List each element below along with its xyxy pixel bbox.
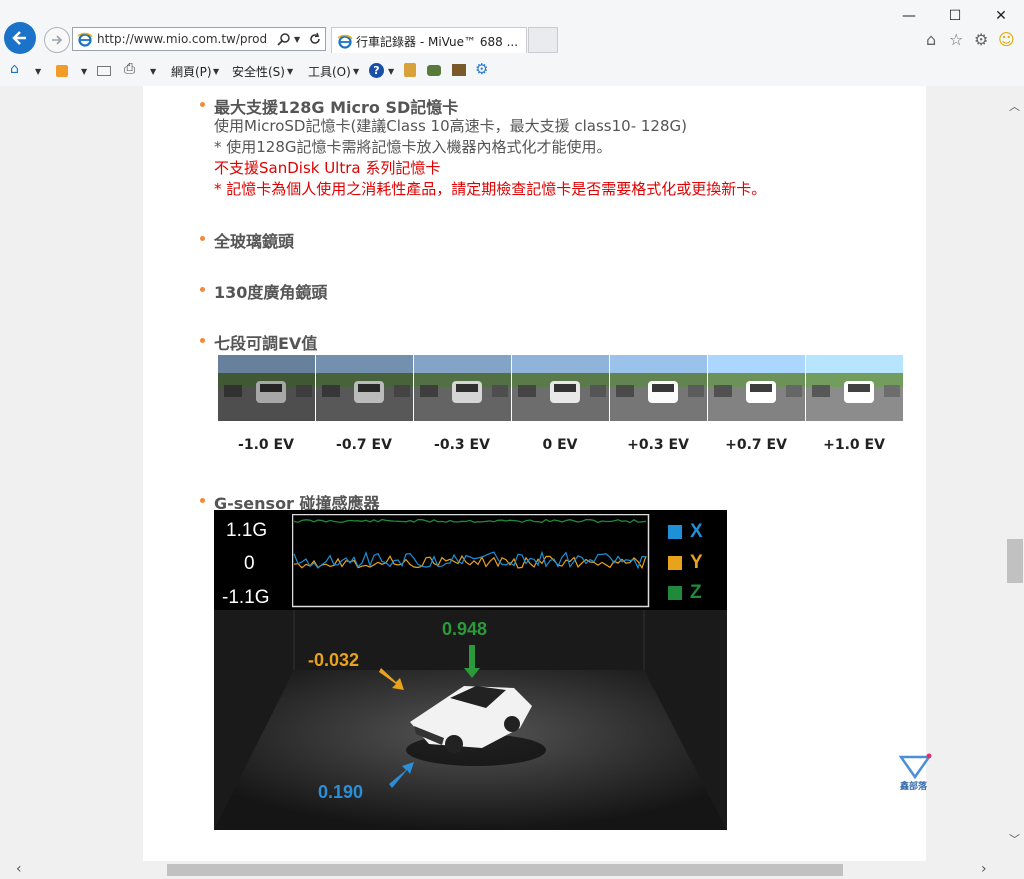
bullet <box>200 287 205 292</box>
menu-page[interactable]: 網頁(P) <box>171 63 212 80</box>
scroll-down-icon[interactable]: ﹀ <box>1009 831 1020 847</box>
legend-x-label: X <box>690 521 703 542</box>
horizontal-scroll-thumb[interactable] <box>167 864 843 876</box>
gsensor-waveform <box>292 514 650 608</box>
feature-glass-title: 全玻璃鏡頭 <box>214 232 295 251</box>
gsensor-scene <box>214 610 727 830</box>
home-icon[interactable]: ⌂ <box>10 61 19 77</box>
watermark-logo-icon <box>898 753 932 779</box>
ev-label: -0.7 EV <box>336 437 392 453</box>
tab-title: 行車記錄器 - MiVue™ 688 ... <box>356 35 519 49</box>
gsensor-image: 1.1G 0 -1.1G X Y Z 0.948 -0.032 0.190 <box>214 510 727 830</box>
menu-safety[interactable]: 安全性(S) <box>232 63 285 80</box>
ev-label: -0.3 EV <box>434 437 490 453</box>
dropdown-caret-icon[interactable]: ▼ <box>388 67 394 76</box>
ev-label: +1.0 EV <box>823 437 885 453</box>
vertical-scroll-thumb[interactable] <box>1007 539 1023 583</box>
scroll-up-icon[interactable]: ︿ <box>1009 98 1020 114</box>
address-text[interactable]: http://www.mio.com.tw/produc <box>97 32 267 46</box>
dropdown-caret-icon[interactable]: ▼ <box>294 35 300 44</box>
rss-feed-icon[interactable] <box>56 65 68 77</box>
feature-sd-warning: * 記憶卡為個人使用之消耗性產品，請定期檢查記憶卡是否需要格式化或更換新卡。 <box>214 180 767 198</box>
bullet <box>200 102 205 107</box>
scroll-left-icon[interactable]: ‹ <box>16 861 22 877</box>
ev-thumbnail <box>316 355 413 421</box>
dropdown-caret-icon[interactable]: ▼ <box>150 67 156 76</box>
wave-z-line <box>293 518 647 524</box>
forward-button[interactable] <box>44 27 70 53</box>
dropdown-caret-icon[interactable]: ▼ <box>81 67 87 76</box>
ie-logo-icon <box>337 34 353 49</box>
z-value: 0.948 <box>442 619 488 639</box>
tab-active[interactable]: 行車記錄器 - MiVue™ 688 ... <box>331 27 527 53</box>
mail-icon[interactable] <box>97 66 111 76</box>
smiley-icon[interactable]: ☺ <box>998 30 1015 49</box>
gsensor-y-mid: 0 <box>244 553 255 574</box>
ev-label: +0.7 EV <box>725 437 787 453</box>
ev-thumbnail <box>806 355 903 421</box>
close-button[interactable]: ✕ <box>978 2 1024 30</box>
legend-z-swatch <box>668 586 682 600</box>
addon-icon[interactable] <box>452 64 466 76</box>
bullet <box>200 498 205 503</box>
scroll-right-icon[interactable]: › <box>981 861 987 877</box>
dropdown-caret-icon[interactable]: ▼ <box>353 67 359 76</box>
y-value: -0.032 <box>308 650 360 670</box>
legend-y-label: Y <box>690 552 703 573</box>
vertical-scrollbar[interactable]: ︿ ﹀ <box>1006 86 1024 861</box>
forward-arrow-icon <box>52 35 63 45</box>
feature-sd-warning: 不支援SanDisk Ultra 系列記憶卡 <box>214 159 441 177</box>
home-icon[interactable]: ⌂ <box>926 30 936 49</box>
gear-icon[interactable]: ⚙ <box>974 30 988 49</box>
ev-label: +0.3 EV <box>627 437 689 453</box>
gsensor-y-bot: -1.1G <box>222 587 270 608</box>
legend-x-swatch <box>668 525 682 539</box>
addon-icon[interactable] <box>427 65 441 76</box>
gsensor-y-top: 1.1G <box>226 520 268 541</box>
help-icon[interactable]: ? <box>369 63 384 78</box>
back-button[interactable] <box>4 22 36 54</box>
ev-thumbnail <box>218 355 315 421</box>
ev-thumbnail <box>708 355 805 421</box>
favorites-star-icon[interactable]: ☆ <box>949 30 963 49</box>
ev-thumbnail <box>414 355 511 421</box>
search-icon[interactable] <box>277 32 291 46</box>
bullet <box>200 338 205 343</box>
dropdown-caret-icon[interactable]: ▼ <box>287 67 293 76</box>
feature-wide-title: 130度廣角鏡頭 <box>214 283 328 302</box>
print-icon[interactable]: ⎙ <box>124 61 135 77</box>
address-bar[interactable]: http://www.mio.com.tw/produc ▼ <box>72 27 326 51</box>
refresh-icon[interactable] <box>308 32 322 46</box>
watermark-text: 鑫部落 <box>900 782 928 792</box>
back-arrow-icon <box>12 31 26 45</box>
horizontal-scrollbar[interactable]: ‹ › <box>0 861 1024 879</box>
menu-tools[interactable]: 工具(O) <box>308 63 351 80</box>
feature-sd-line: 使用MicroSD記憶卡(建議Class 10高速卡，最大支援 class10-… <box>214 117 687 135</box>
wave-x-line <box>293 550 647 570</box>
feature-ev-title: 七段可調EV值 <box>214 334 318 353</box>
legend-z-label: Z <box>690 582 702 603</box>
command-bar: ⌂ ▼ ▼ ⎙ ▼ 網頁(P) ▼ 安全性(S) ▼ 工具(O) ▼ ? ▼ ⚙ <box>0 58 1024 85</box>
wave-y-line <box>293 554 647 570</box>
ie-logo-icon <box>77 32 93 47</box>
ev-thumbnail <box>512 355 609 421</box>
minimize-button[interactable]: — <box>886 2 932 30</box>
maximize-button[interactable]: ☐ <box>932 2 978 30</box>
dropdown-caret-icon[interactable]: ▼ <box>35 67 41 76</box>
ev-label: 0 EV <box>542 437 578 453</box>
legend-y-swatch <box>668 556 682 570</box>
feature-sd-line: * 使用128G記憶卡需將記憶卡放入機器內格式化才能使用。 <box>214 138 612 156</box>
ev-thumbnail <box>610 355 707 421</box>
dropdown-caret-icon[interactable]: ▼ <box>213 67 219 76</box>
x-value: 0.190 <box>318 782 364 802</box>
bullet <box>200 236 205 241</box>
gear-icon[interactable]: ⚙ <box>475 60 488 78</box>
research-icon[interactable] <box>404 63 416 77</box>
new-tab-button[interactable] <box>528 27 558 53</box>
ev-label: -1.0 EV <box>238 437 294 453</box>
